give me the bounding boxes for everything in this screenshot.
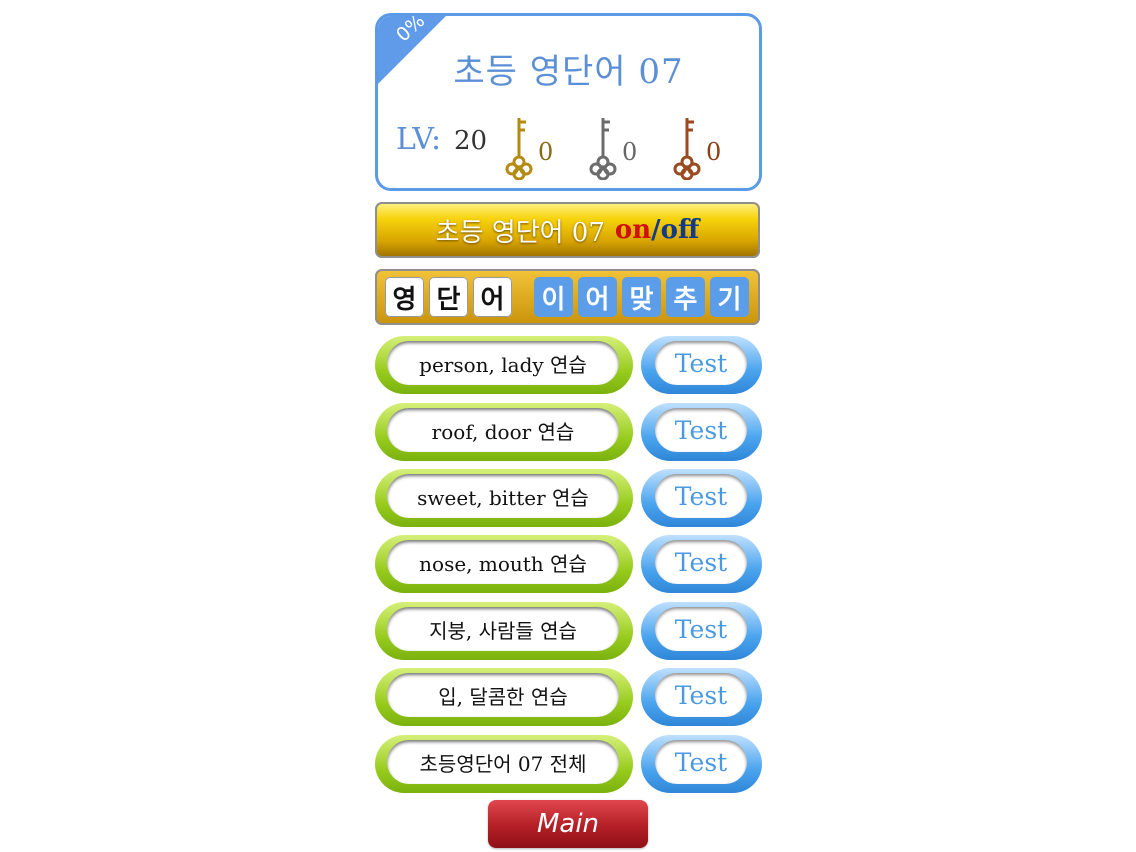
test-button[interactable]: Test	[641, 668, 762, 726]
practice-button[interactable]: nose, mouth 연습	[375, 535, 633, 593]
test-button[interactable]: Test	[641, 336, 762, 394]
gold-key-count: 0	[538, 138, 554, 166]
test-button[interactable]: Test	[641, 403, 762, 461]
onoff-label: 초등 영단어 07	[435, 217, 605, 248]
bronze-key-count: 0	[706, 138, 722, 166]
practice-label: 지붕, 사람들 연습	[387, 607, 619, 651]
test-button[interactable]: Test	[641, 602, 762, 660]
word-mode-tile-1[interactable]: 영	[385, 277, 424, 317]
word-mode-tile-2[interactable]: 단	[429, 277, 468, 317]
practice-label: 입, 달콤한 연습	[387, 673, 619, 717]
match-game-tile-4[interactable]: 추	[666, 277, 705, 317]
app: 0% 초등 영단어 07 LV: 20 0 0 0 초등 영단어 07 on / o…	[375, 13, 762, 852]
lesson-row: 초등영단어 07 전체 Test	[375, 735, 762, 793]
lesson-row: 입, 달콤한 연습 Test	[375, 668, 762, 726]
test-label: Test	[655, 740, 747, 784]
practice-label: person, lady 연습	[387, 341, 619, 385]
practice-label: sweet, bitter 연습	[387, 474, 619, 518]
header-card: 0% 초등 영단어 07 LV: 20 0 0 0	[375, 13, 762, 191]
course-title: 초등 영단어 07	[453, 52, 684, 92]
match-game-tile-1[interactable]: 이	[534, 277, 573, 317]
off-text: off	[660, 215, 700, 245]
practice-label: roof, door 연습	[387, 408, 619, 452]
lesson-row: roof, door 연습 Test	[375, 403, 762, 461]
level-value: 20	[454, 126, 488, 156]
silver-key-icon	[588, 114, 618, 181]
practice-label: 초등영단어 07 전체	[387, 740, 619, 784]
lesson-row: sweet, bitter 연습 Test	[375, 469, 762, 527]
practice-button[interactable]: 입, 달콤한 연습	[375, 668, 633, 726]
slash-text: /	[651, 215, 661, 245]
match-game-tile-5[interactable]: 기	[710, 277, 749, 317]
on-text: on	[614, 215, 652, 245]
test-label: Test	[655, 607, 747, 651]
test-label: Test	[655, 540, 747, 584]
practice-button[interactable]: 초등영단어 07 전체	[375, 735, 633, 793]
test-label: Test	[655, 341, 747, 385]
main-button[interactable]: Main	[488, 800, 648, 848]
test-label: Test	[655, 673, 747, 717]
level-label: LV:	[396, 122, 442, 157]
lesson-row: person, lady 연습 Test	[375, 336, 762, 394]
practice-button[interactable]: roof, door 연습	[375, 403, 633, 461]
practice-label: nose, mouth 연습	[387, 540, 619, 584]
lesson-row: nose, mouth 연습 Test	[375, 535, 762, 593]
bronze-key-icon	[672, 114, 702, 181]
lesson-row: 지붕, 사람들 연습 Test	[375, 602, 762, 660]
test-label: Test	[655, 408, 747, 452]
test-button[interactable]: Test	[641, 469, 762, 527]
practice-button[interactable]: person, lady 연습	[375, 336, 633, 394]
match-game-tile-3[interactable]: 맞	[622, 277, 661, 317]
mode-selector: 영 단 어 이 어 맞 추 기	[375, 269, 760, 325]
match-game-tile-2[interactable]: 어	[578, 277, 617, 317]
test-button[interactable]: Test	[641, 535, 762, 593]
test-button[interactable]: Test	[641, 735, 762, 793]
onoff-toggle-button[interactable]: 초등 영단어 07 on / off	[375, 202, 760, 258]
word-mode-tile-3[interactable]: 어	[473, 277, 512, 317]
gold-key-icon	[504, 114, 534, 181]
practice-button[interactable]: sweet, bitter 연습	[375, 469, 633, 527]
practice-button[interactable]: 지붕, 사람들 연습	[375, 602, 633, 660]
silver-key-count: 0	[622, 138, 638, 166]
test-label: Test	[655, 474, 747, 518]
